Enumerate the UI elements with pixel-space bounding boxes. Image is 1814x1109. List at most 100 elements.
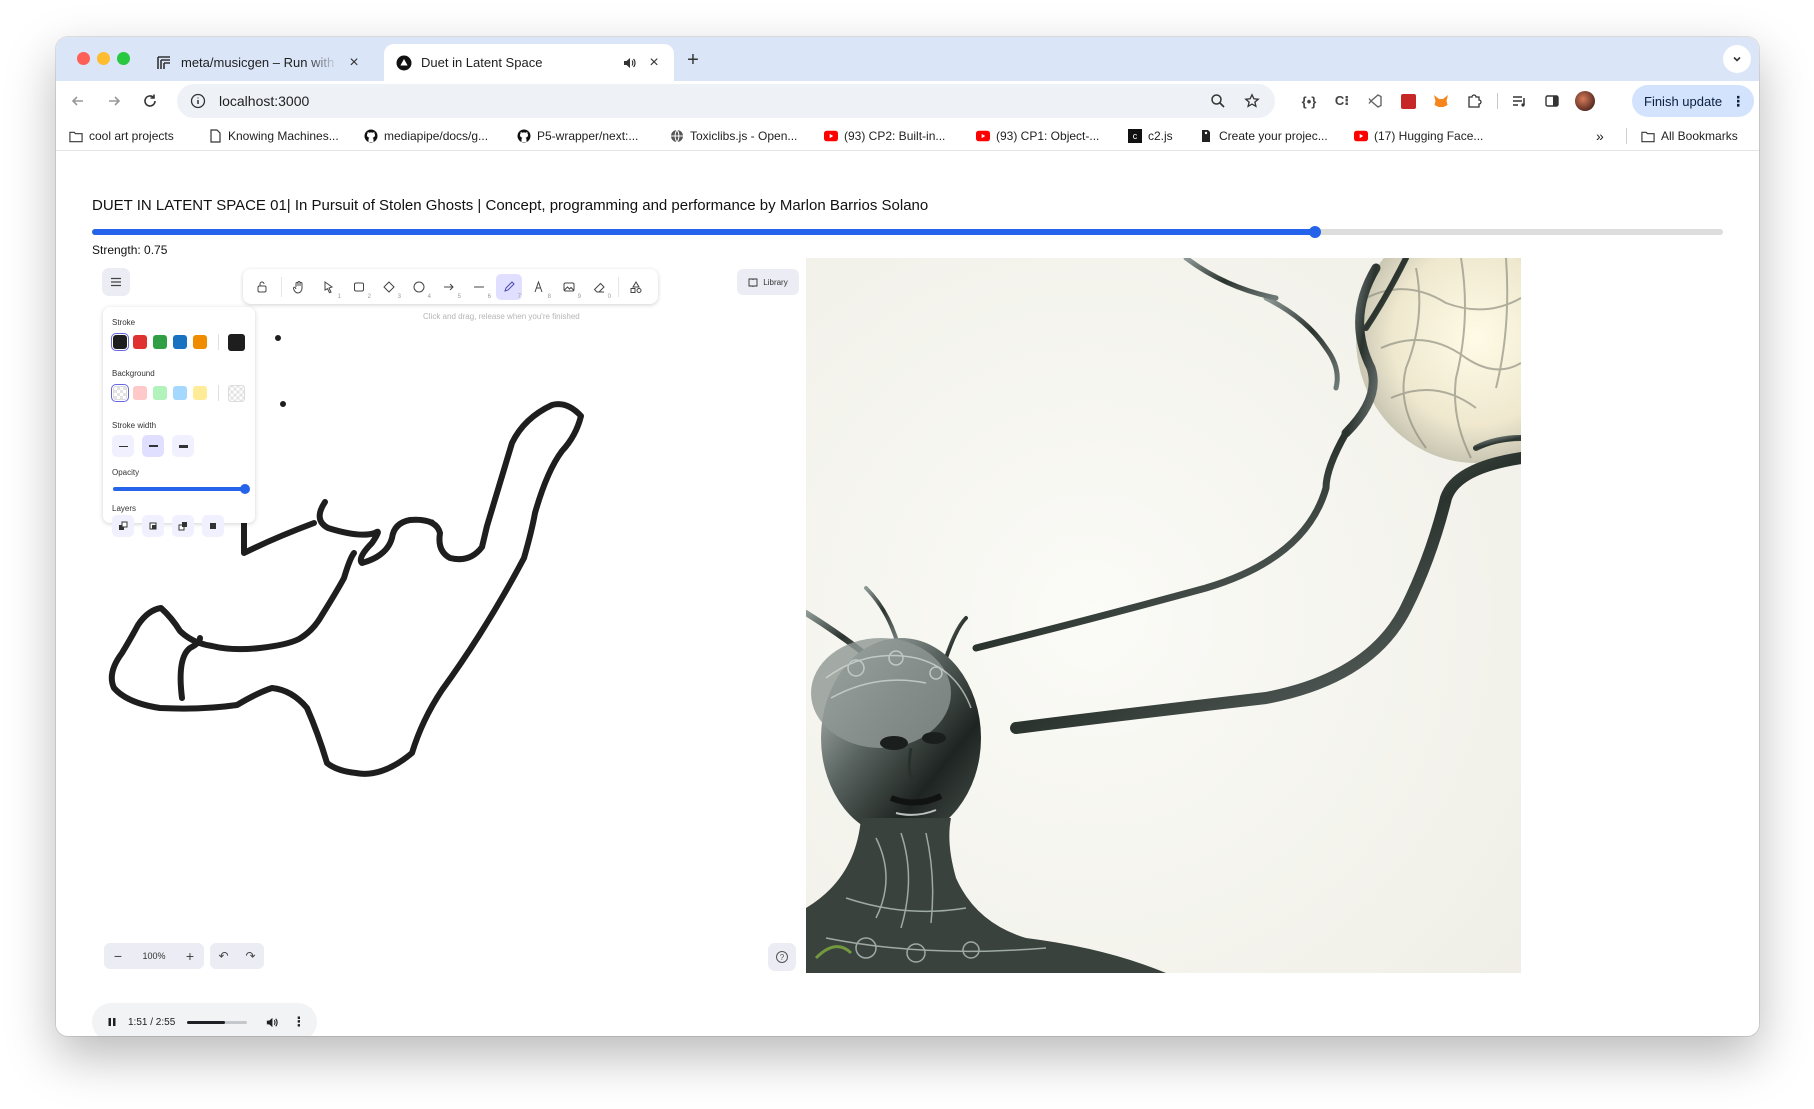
all-bookmarks-button[interactable]: All Bookmarks xyxy=(1641,127,1738,145)
drawing-canvas[interactable]: 1 2 3 4 5 6 7 8 9 0 Library Click and dr… xyxy=(92,258,805,973)
send-to-back-button[interactable] xyxy=(112,515,134,537)
bookmark-item[interactable]: Toxiclibs.js - Open... xyxy=(670,127,797,145)
tool-ellipse[interactable]: 4 xyxy=(406,274,432,300)
stroke-color-red[interactable] xyxy=(133,335,147,349)
tab-musicgen[interactable]: meta/musicgen – Run with an API on Repli… xyxy=(144,44,374,81)
page-icon xyxy=(208,129,222,143)
address-bar[interactable]: localhost:3000 xyxy=(177,84,1275,118)
stroke-current-color[interactable] xyxy=(228,334,245,351)
browser-window: meta/musicgen – Run with an API on Repli… xyxy=(56,37,1759,1036)
tab-title: meta/musicgen – Run with an API on Repli… xyxy=(181,55,338,70)
send-backward-button[interactable] xyxy=(142,515,164,537)
extension-c-icon[interactable]: C⁝ xyxy=(1332,91,1352,111)
forward-button[interactable] xyxy=(102,89,126,113)
close-tab-icon[interactable]: × xyxy=(346,54,362,71)
background-color-yellow[interactable] xyxy=(193,386,207,400)
tool-lock[interactable] xyxy=(249,274,275,300)
opacity-slider-fill xyxy=(113,487,245,491)
stroke-width-extra-bold[interactable] xyxy=(172,435,194,457)
url-text[interactable]: localhost:3000 xyxy=(219,93,1207,109)
minimize-window-button[interactable] xyxy=(97,52,110,65)
undo-button[interactable]: ↶ xyxy=(218,949,228,963)
finish-update-button[interactable]: Finish update ⋮ xyxy=(1632,85,1754,117)
close-window-button[interactable] xyxy=(77,52,90,65)
close-tab-icon[interactable]: × xyxy=(646,54,662,71)
background-color-transparent[interactable] xyxy=(113,386,127,400)
stroke-color-black[interactable] xyxy=(113,335,127,349)
opacity-slider-thumb[interactable] xyxy=(240,484,250,494)
bookmark-item[interactable]: P5-wrapper/next:... xyxy=(517,127,638,145)
stroke-color-blue[interactable] xyxy=(173,335,187,349)
undo-redo-controls: ↶ ↷ xyxy=(210,943,264,969)
bring-to-front-button[interactable] xyxy=(202,515,224,537)
strength-slider[interactable] xyxy=(92,226,1723,238)
tab-duet[interactable]: Duet in Latent Space × xyxy=(384,44,674,81)
background-color-sky[interactable] xyxy=(173,386,187,400)
more-vert-icon: ⋮ xyxy=(1731,92,1746,109)
speaker-icon[interactable] xyxy=(620,54,638,72)
tool-select[interactable]: 1 xyxy=(316,274,342,300)
site-info-icon[interactable] xyxy=(189,92,207,110)
tool-line[interactable]: 6 xyxy=(466,274,492,300)
background-current-color[interactable] xyxy=(228,385,245,402)
tool-rectangle[interactable]: 2 xyxy=(346,274,372,300)
stroke-color-green[interactable] xyxy=(153,335,167,349)
pause-button[interactable] xyxy=(105,1017,119,1027)
new-tab-button[interactable]: + xyxy=(681,49,705,73)
reload-button[interactable] xyxy=(138,89,162,113)
bookmark-star-icon[interactable] xyxy=(1241,90,1263,112)
stroke-color-orange[interactable] xyxy=(193,335,207,349)
tool-shapes[interactable] xyxy=(623,274,649,300)
volume-button[interactable] xyxy=(265,1016,278,1029)
tool-eraser[interactable]: 0 xyxy=(586,274,612,300)
extension-red-icon[interactable] xyxy=(1398,91,1418,111)
bookmarks-overflow-button[interactable]: » xyxy=(1596,127,1604,145)
extension-brackets-icon[interactable]: {•} xyxy=(1299,91,1319,111)
reload-icon xyxy=(144,94,156,107)
bookmark-item[interactable]: (93) CP1: Object-... xyxy=(976,127,1099,145)
back-button[interactable] xyxy=(66,89,90,113)
bookmark-item[interactable]: c c2.js xyxy=(1128,127,1173,145)
more-options-icon[interactable]: ⋮ xyxy=(292,1014,305,1030)
vscode-icon[interactable] xyxy=(1365,91,1385,111)
tool-pencil[interactable]: 7 xyxy=(496,273,522,300)
bookmark-item[interactable]: (17) Hugging Face... xyxy=(1354,127,1483,145)
bookmark-item[interactable]: Create your projec... xyxy=(1199,127,1328,145)
tool-image[interactable]: 9 xyxy=(556,274,582,300)
audio-progress-bar[interactable] xyxy=(187,1020,248,1024)
stroke-width-bold[interactable] xyxy=(142,435,164,457)
background-color-mint[interactable] xyxy=(153,386,167,400)
maximize-window-button[interactable] xyxy=(117,52,130,65)
stroke-width-thin[interactable] xyxy=(112,435,134,457)
tool-arrow[interactable]: 5 xyxy=(436,274,462,300)
media-queue-icon[interactable] xyxy=(1509,91,1529,111)
bookmark-item[interactable]: mediapipe/docs/g... xyxy=(364,127,488,145)
library-button[interactable]: Library xyxy=(737,269,799,295)
volume-icon xyxy=(267,1017,278,1027)
bookmark-item[interactable]: cool art projects xyxy=(69,127,174,145)
background-color-pink[interactable] xyxy=(133,386,147,400)
tool-hand[interactable] xyxy=(286,274,312,300)
tool-separator xyxy=(281,276,282,297)
puzzle-extensions-icon[interactable] xyxy=(1464,91,1484,111)
bring-forward-button[interactable] xyxy=(172,515,194,537)
zoom-in-button[interactable]: + xyxy=(184,948,196,964)
playback-time: 1:51 / 2:55 xyxy=(128,1016,176,1028)
metamask-fox-icon[interactable] xyxy=(1431,91,1451,111)
help-button[interactable]: ? xyxy=(768,943,796,971)
tool-diamond[interactable]: 3 xyxy=(376,274,402,300)
strength-slider-thumb[interactable] xyxy=(1309,226,1322,238)
profile-avatar[interactable] xyxy=(1575,91,1595,111)
tab-search-button[interactable] xyxy=(1723,45,1751,73)
bookmark-item[interactable]: Knowing Machines... xyxy=(208,127,339,145)
zoom-out-button[interactable]: − xyxy=(112,948,124,964)
zoom-level[interactable]: 100% xyxy=(142,951,165,961)
main-menu-button[interactable] xyxy=(102,268,130,296)
bookmark-item[interactable]: (93) CP2: Built-in... xyxy=(824,127,945,145)
opacity-slider[interactable] xyxy=(113,484,250,494)
tool-text[interactable]: 8 xyxy=(526,274,552,300)
bookmark-label: Create your projec... xyxy=(1219,129,1328,143)
redo-button[interactable]: ↷ xyxy=(245,949,255,963)
side-panel-icon[interactable] xyxy=(1542,91,1562,111)
zoom-icon[interactable] xyxy=(1207,90,1229,112)
